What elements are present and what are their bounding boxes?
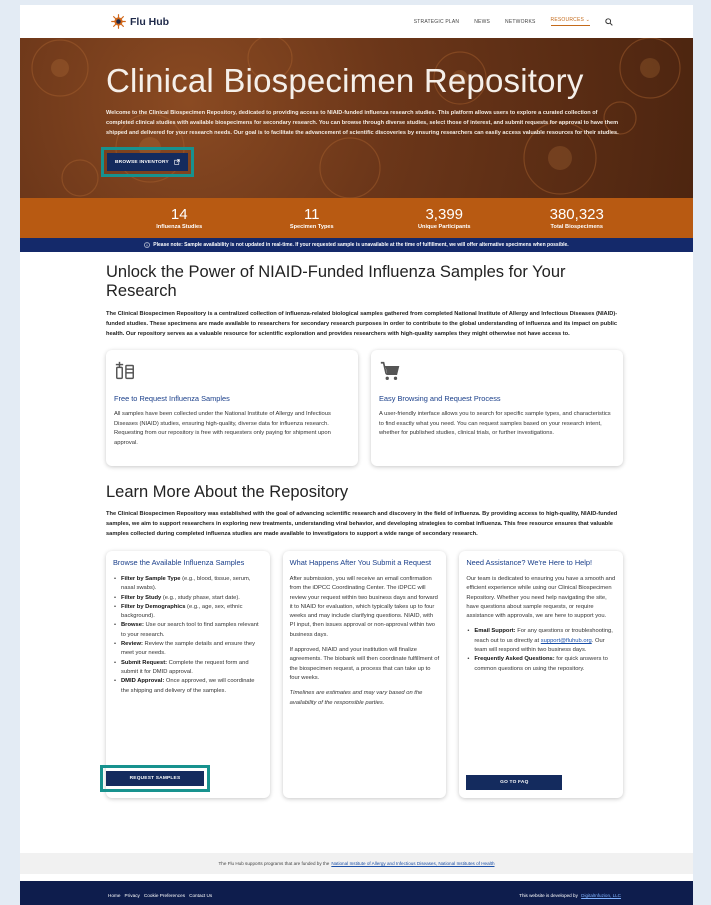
stat-value: 380,323 — [549, 206, 604, 223]
availability-notice: Please note: Sample availability is not … — [20, 238, 693, 252]
after-paragraph-1: After submission, you will receive an em… — [289, 576, 438, 638]
help-list: Email Support: For any questions or trou… — [466, 627, 616, 673]
stat-specimen-types: 11 Specimen Types — [246, 206, 379, 230]
browse-inventory-highlight: BROWSE INVENTORY — [101, 147, 194, 178]
main-nav: STRATEGIC PLAN NEWS NETWORKS RESOURCES ⌄ — [414, 17, 613, 26]
list-item-label: Filter by Demographics — [121, 603, 186, 610]
nav-networks[interactable]: NETWORKS — [505, 19, 536, 25]
developer-link[interactable]: DigitalInfuzion, LLC — [581, 893, 621, 898]
nav-resources[interactable]: RESOURCES ⌄ — [550, 17, 590, 26]
cart-icon — [380, 361, 400, 380]
funding-statement: The Flu Hub supports programs that are f… — [20, 853, 693, 874]
browse-inventory-label: BROWSE INVENTORY — [115, 159, 169, 165]
learn-more-heading: Learn More About the Repository — [106, 483, 349, 501]
learn-more-section: Learn More About the Repository The Clin… — [20, 466, 693, 798]
feature-card-title: Free to Request Influenza Samples — [114, 394, 230, 403]
vials-icon — [115, 361, 134, 380]
list-item: Browse: Use our search tool to find samp… — [113, 621, 263, 640]
unlock-section: Unlock the Power of NIAID-Funded Influen… — [20, 252, 693, 466]
external-link-icon — [174, 159, 180, 166]
niaid-link[interactable]: National Institute of Allergy and Infect… — [331, 861, 494, 866]
page: Flu Hub STRATEGIC PLAN NEWS NETWORKS RES… — [20, 5, 693, 905]
browse-inventory-button[interactable]: BROWSE INVENTORY — [107, 153, 188, 172]
footer-links: Home Privacy Cookie Preferences Contact … — [108, 893, 212, 898]
footer-link-home[interactable]: Home — [108, 893, 121, 898]
list-item: DMID Approval: Once approved, we will co… — [113, 677, 263, 696]
hero-description: Welcome to the Clinical Biospecimen Repo… — [106, 110, 619, 136]
learn-more-paragraph: The Clinical Biospecimen Repository was … — [106, 511, 618, 537]
hero-banner: Clinical Biospecimen Repository Welcome … — [20, 38, 693, 198]
feature-cards: Free to Request Influenza Samples All sa… — [106, 350, 623, 466]
list-item: Filter by Sample Type (e.g., blood, tiss… — [113, 575, 263, 594]
footer-link-privacy[interactable]: Privacy — [125, 893, 140, 898]
logo-text: Flu Hub — [130, 15, 170, 28]
feature-card-browsing: Easy Browsing and Request Process A user… — [371, 350, 623, 466]
footer-link-contact[interactable]: Contact Us — [189, 893, 212, 898]
nav-strategic-plan[interactable]: STRATEGIC PLAN — [414, 19, 460, 25]
feature-card-text: A user-friendly interface allows you to … — [379, 411, 611, 437]
stat-label: Unique Participants — [417, 224, 471, 230]
info-cards: Browse the Available Influenza Samples F… — [100, 551, 624, 798]
notice-text: Please note: Sample availability is not … — [153, 242, 569, 248]
after-submit-card: What Happens After You Submit a Request … — [282, 551, 447, 798]
nav-news[interactable]: NEWS — [474, 19, 490, 25]
stat-value: 14 — [170, 206, 188, 223]
logo[interactable]: Flu Hub — [111, 14, 169, 29]
page-title: Clinical Biospecimen Repository — [106, 62, 584, 99]
request-samples-highlight: REQUEST SAMPLES — [100, 765, 210, 792]
stat-value: 3,399 — [425, 206, 464, 223]
stat-unique-participants: 3,399 Unique Participants — [378, 206, 511, 230]
list-item-label: Email Support: — [474, 628, 516, 635]
after-paragraph-2: If approved, NIAID and your institution … — [289, 647, 440, 681]
after-card-title: What Happens After You Submit a Request — [289, 558, 432, 567]
browse-steps-list: Filter by Sample Type (e.g., blood, tiss… — [113, 575, 263, 696]
site-header: Flu Hub STRATEGIC PLAN NEWS NETWORKS RES… — [20, 5, 693, 38]
request-samples-button[interactable]: REQUEST SAMPLES — [106, 771, 204, 786]
list-item-label: Review: — [121, 641, 143, 648]
list-item: Review: Review the sample details and en… — [113, 640, 263, 659]
stat-label: Specimen Types — [289, 224, 334, 230]
funding-text: The Flu Hub supports programs that are f… — [218, 861, 330, 866]
list-item-label: Browse: — [121, 622, 144, 629]
list-item: Filter by Demographics (e.g., age, sex, … — [113, 603, 263, 622]
unlock-heading: Unlock the Power of NIAID-Funded Influen… — [106, 263, 566, 300]
site-footer: Home Privacy Cookie Preferences Contact … — [20, 881, 693, 905]
stats-bar: 14 Influenza Studies 11 Specimen Types 3… — [20, 198, 693, 238]
browse-samples-card: Browse the Available Influenza Samples F… — [100, 551, 270, 798]
developer-credit: This website is developed by DigitalInfu… — [519, 893, 621, 898]
feature-card-free: Free to Request Influenza Samples All sa… — [106, 350, 358, 466]
feature-card-text: All samples have been collected under th… — [114, 411, 331, 447]
go-to-faq-button[interactable]: GO TO FAQ — [466, 775, 563, 790]
list-item-label: Filter by Study — [121, 594, 162, 601]
list-item-label: Filter by Sample Type — [121, 576, 181, 582]
list-item: Submit Request: Complete the request for… — [113, 659, 263, 678]
feature-card-title: Easy Browsing and Request Process — [379, 394, 501, 403]
list-item: Email Support: For any questions or trou… — [466, 627, 616, 655]
list-item: Filter by Study (e.g., study phase, star… — [113, 594, 263, 604]
stat-influenza-studies: 14 Influenza Studies — [113, 206, 246, 230]
after-timelines-note: Timelines are estimates and may vary bas… — [289, 690, 423, 706]
stat-label: Total Biospecimens — [550, 224, 603, 230]
flu-hub-logo-icon — [111, 14, 126, 29]
help-paragraph: Our team is dedicated to ensuring you ha… — [466, 576, 616, 620]
stat-value: 11 — [303, 206, 320, 223]
browse-card-title: Browse the Available Influenza Samples — [113, 558, 245, 567]
list-item-text: (e.g., study phase, start date). — [161, 594, 240, 601]
footer-link-cookie-preferences[interactable]: Cookie Preferences — [144, 893, 185, 898]
list-item-label: Submit Request: — [121, 659, 168, 666]
unlock-paragraph: The Clinical Biospecimen Repository is a… — [106, 311, 618, 337]
search-icon[interactable] — [605, 17, 613, 26]
stat-label: Influenza Studies — [156, 224, 203, 230]
developer-text: This website is developed by — [519, 893, 578, 898]
assistance-card: Need Assistance? We're Here to Help! Our… — [459, 551, 624, 798]
info-icon — [144, 242, 151, 248]
list-item: Frequently Asked Questions: for quick an… — [466, 655, 616, 674]
stat-total-biospecimens: 380,323 Total Biospecimens — [511, 206, 644, 230]
list-item-label: DMID Approval: — [121, 678, 165, 685]
help-card-title: Need Assistance? We're Here to Help! — [466, 558, 593, 567]
support-email-link[interactable]: support@fluhub.org — [541, 638, 592, 644]
list-item-label: Frequently Asked Questions: — [474, 656, 555, 663]
